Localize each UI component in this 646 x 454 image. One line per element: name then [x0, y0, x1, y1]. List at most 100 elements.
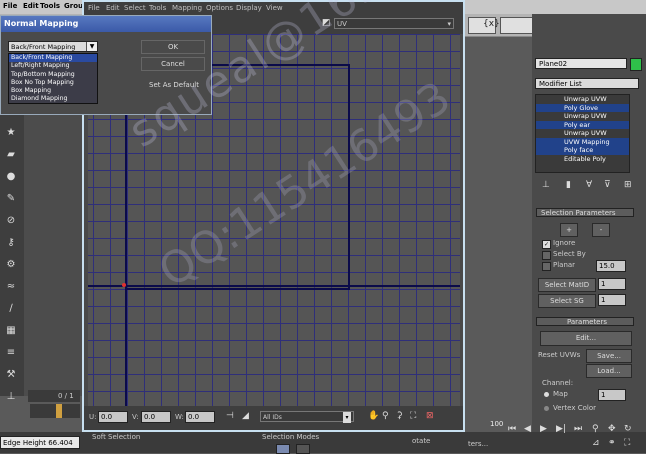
- grid-icon[interactable]: ▦: [4, 324, 18, 338]
- timeline-start[interactable]: [30, 404, 80, 418]
- stack-item[interactable]: Editable Poly: [536, 155, 629, 164]
- modifier-list-combo[interactable]: Modifier List: [535, 78, 639, 89]
- object-color-swatch[interactable]: [630, 58, 642, 71]
- walk-icon[interactable]: ⚭: [608, 438, 616, 448]
- dialog-titlebar[interactable]: Normal Mapping: [1, 16, 211, 32]
- map-channel-radio[interactable]: [544, 392, 549, 397]
- parameters-rollout[interactable]: Parameters: [536, 317, 634, 326]
- uvw-menu-tools[interactable]: Tools: [149, 4, 166, 12]
- uvw-menu-file[interactable]: File: [88, 4, 100, 12]
- orbit-icon[interactable]: ↻: [624, 424, 632, 434]
- zoom-icon[interactable]: ⚲: [592, 424, 599, 434]
- shrink-selection-button[interactable]: -: [592, 223, 610, 237]
- planar-angle-spinner[interactable]: 15.0: [596, 260, 626, 272]
- pipe-icon[interactable]: ⊘: [4, 214, 18, 228]
- box-icon[interactable]: ▰: [4, 148, 18, 162]
- ok-button[interactable]: OK: [141, 40, 205, 54]
- chevron-down-icon[interactable]: ▼: [86, 42, 97, 51]
- uvw-menu-edit[interactable]: Edit: [106, 4, 120, 12]
- stack-item[interactable]: Unwrap UVW: [536, 129, 629, 138]
- wrench-icon[interactable]: ⚒: [4, 368, 18, 382]
- selection-parameters-rollout[interactable]: Selection Parameters: [536, 208, 634, 217]
- gear-icon[interactable]: ⚙: [4, 258, 18, 272]
- object-name-field[interactable]: Plane02: [535, 58, 627, 69]
- menu-tools[interactable]: Tools: [40, 2, 60, 10]
- select-matid-button[interactable]: Select MatID: [538, 278, 596, 292]
- show-end-icon[interactable]: ▮: [566, 180, 571, 190]
- key-icon[interactable]: ⚷: [4, 236, 18, 250]
- stack-item[interactable]: Unwrap UVW: [536, 95, 629, 104]
- filters-label[interactable]: ters...: [468, 440, 488, 448]
- remove-modifier-icon[interactable]: ⊽: [604, 180, 611, 190]
- ignore-checkbox[interactable]: ✓: [542, 240, 551, 249]
- zoom-icon[interactable]: ⚲: [382, 411, 389, 421]
- sphere-icon[interactable]: ●: [4, 170, 18, 184]
- ids-combo[interactable]: All IDs ▾: [260, 411, 354, 423]
- frame-counter: 0 / 1: [58, 392, 74, 400]
- wave-icon[interactable]: ≈: [4, 280, 18, 294]
- zoom-region-icon[interactable]: ⚳: [396, 411, 403, 421]
- load-button[interactable]: Load...: [586, 364, 632, 378]
- maximize-icon[interactable]: ⛶: [624, 438, 630, 448]
- u-spinner[interactable]: 0.0: [98, 411, 128, 423]
- select-sg-spinner[interactable]: 1: [598, 294, 626, 306]
- field-of-view-icon[interactable]: ⊿: [592, 438, 600, 448]
- lock-icon[interactable]: ⊣: [226, 411, 234, 421]
- stack-item[interactable]: Poly face: [536, 146, 629, 155]
- snap-icon[interactable]: ⊠: [426, 411, 434, 421]
- pan-view-icon[interactable]: ✥: [608, 424, 616, 434]
- mapping-type-combo[interactable]: Back/Front Mapping ▼: [8, 41, 98, 52]
- reset-uvws-label[interactable]: Reset UVWs: [538, 351, 580, 359]
- planar-label: Planar: [553, 261, 576, 269]
- go-to-start-icon[interactable]: ⏮: [508, 424, 516, 434]
- soft-selection-label: Soft Selection: [92, 433, 141, 441]
- list-item[interactable]: Top/Bottom Mapping: [9, 71, 97, 79]
- stack-icon[interactable]: ≡: [4, 346, 18, 360]
- map-channel-spinner[interactable]: 1: [598, 389, 626, 401]
- mapping-type-list[interactable]: Back/Front Mapping Left/Right Mapping To…: [8, 53, 98, 104]
- filter-icon[interactable]: ◢: [242, 411, 249, 421]
- uvw-menu-display[interactable]: Display: [236, 4, 262, 12]
- v-spinner[interactable]: 0.0: [141, 411, 171, 423]
- stack-item[interactable]: Poly ear: [536, 120, 629, 129]
- next-frame-icon[interactable]: ▶|: [556, 424, 566, 434]
- configure-icon[interactable]: ⊞: [624, 180, 632, 190]
- zoom-extents-icon[interactable]: ⛶: [410, 411, 416, 421]
- list-item[interactable]: Diamond Mapping: [9, 95, 97, 103]
- star-icon[interactable]: ★: [4, 126, 18, 140]
- planar-checkbox[interactable]: [542, 262, 551, 271]
- edit-uvw-button[interactable]: Edit...: [540, 331, 632, 346]
- prev-frame-icon[interactable]: ◀: [524, 424, 531, 434]
- brace-icon[interactable]: {x}: [483, 19, 500, 29]
- uvw-menu-select[interactable]: Select: [124, 4, 146, 12]
- uvw-menu-mapping[interactable]: Mapping: [172, 4, 202, 12]
- stack-item[interactable]: Unwrap UVW: [536, 112, 629, 121]
- w-spinner[interactable]: 0.0: [185, 411, 215, 423]
- time-slider-handle[interactable]: [56, 404, 62, 418]
- make-unique-icon[interactable]: ∀: [586, 180, 592, 190]
- go-to-end-icon[interactable]: ⏭: [574, 424, 582, 434]
- modifier-stack[interactable]: Unwrap UVW Poly Glove Unwrap UVW Poly ea…: [535, 94, 630, 173]
- uvw-menu-options[interactable]: Options: [206, 4, 233, 12]
- vertex-color-radio[interactable]: [544, 406, 549, 411]
- play-icon[interactable]: ▶: [540, 424, 547, 434]
- brush-icon[interactable]: ∕: [4, 302, 18, 316]
- dialog-title: Normal Mapping: [4, 19, 79, 28]
- menu-file[interactable]: File: [3, 2, 17, 10]
- zoom-field[interactable]: 100: [466, 418, 532, 430]
- pen-icon[interactable]: ✎: [4, 192, 18, 206]
- select-matid-spinner[interactable]: 1: [598, 278, 626, 290]
- stack-item[interactable]: Poly Glove: [536, 103, 629, 112]
- list-item[interactable]: Box Mapping: [9, 87, 97, 95]
- grow-selection-button[interactable]: +: [560, 223, 578, 237]
- stack-item[interactable]: UVW Mapping: [536, 137, 629, 146]
- select-sg-button[interactable]: Select SG: [538, 294, 596, 308]
- list-item[interactable]: Back/Front Mapping: [9, 54, 97, 63]
- select-by-checkbox[interactable]: [542, 251, 551, 260]
- pin-stack-icon[interactable]: ⊥: [542, 180, 550, 190]
- list-item[interactable]: Box No Top Mapping: [9, 79, 97, 87]
- pan-icon[interactable]: ✋: [368, 411, 379, 421]
- save-button[interactable]: Save...: [586, 349, 632, 363]
- list-item[interactable]: Left/Right Mapping: [9, 62, 97, 70]
- menu-edit[interactable]: Edit: [23, 2, 39, 10]
